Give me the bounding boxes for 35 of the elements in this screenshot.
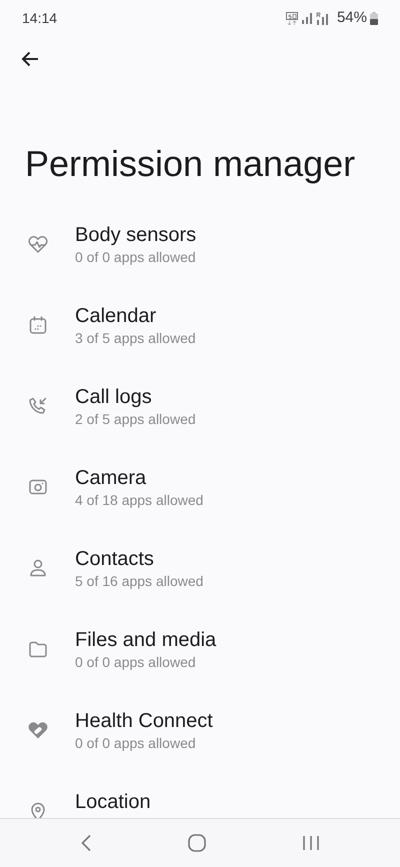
permission-summary: 0 of 0 apps allowed <box>75 248 196 266</box>
permission-item[interactable]: Files and media 0 of 0 apps allowed <box>0 621 400 702</box>
permission-summary: 2 of 5 apps allowed <box>75 410 196 428</box>
permission-name: Location <box>75 790 151 815</box>
calendar-icon <box>27 314 49 336</box>
permission-item[interactable]: Camera 4 of 18 apps allowed <box>0 459 400 540</box>
heart-pulse-icon <box>27 233 49 255</box>
network-5g-icon <box>286 12 298 24</box>
recents-nav-icon[interactable] <box>302 835 320 851</box>
permission-name: Contacts <box>75 547 155 572</box>
signal-icon <box>300 12 313 24</box>
permission-summary: 0 of 0 apps allowed <box>75 653 197 671</box>
back-nav-icon[interactable] <box>80 834 92 852</box>
page-title: Permission manager <box>24 142 356 186</box>
battery-icon <box>370 12 378 24</box>
permission-summary: 4 of 18 apps allowed <box>75 491 204 509</box>
permission-name: Body sensors <box>75 223 196 248</box>
permission-name: Camera <box>75 466 148 491</box>
permission-item[interactable]: Contacts 5 of 16 apps allowed <box>0 540 400 621</box>
permission-summary: 3 of 5 apps allowed <box>75 329 196 347</box>
permission-name: Call logs <box>75 385 153 410</box>
permission-summary: 0 of 0 apps allowed <box>75 734 197 752</box>
permission-item[interactable]: Body sensors 0 of 0 apps allowed <box>0 216 400 297</box>
permission-name: Health Connect <box>75 709 213 734</box>
permission-name: Files and media <box>75 628 216 653</box>
status-time: 14:14 <box>22 8 58 28</box>
permission-name: Calendar <box>75 304 158 329</box>
permission-item[interactable]: Calendar 3 of 5 apps allowed <box>0 297 400 378</box>
permission-summary: 5 of 16 apps allowed <box>75 572 204 590</box>
back-arrow-icon <box>21 51 39 67</box>
home-nav-icon[interactable] <box>188 834 206 852</box>
permission-item[interactable]: Call logs 2 of 5 apps allowed <box>0 378 400 459</box>
battery-percentage: 54% <box>336 8 367 28</box>
permission-item[interactable]: Location <box>0 783 400 818</box>
permission-item[interactable]: Health Connect 0 of 0 apps allowed <box>0 702 400 783</box>
